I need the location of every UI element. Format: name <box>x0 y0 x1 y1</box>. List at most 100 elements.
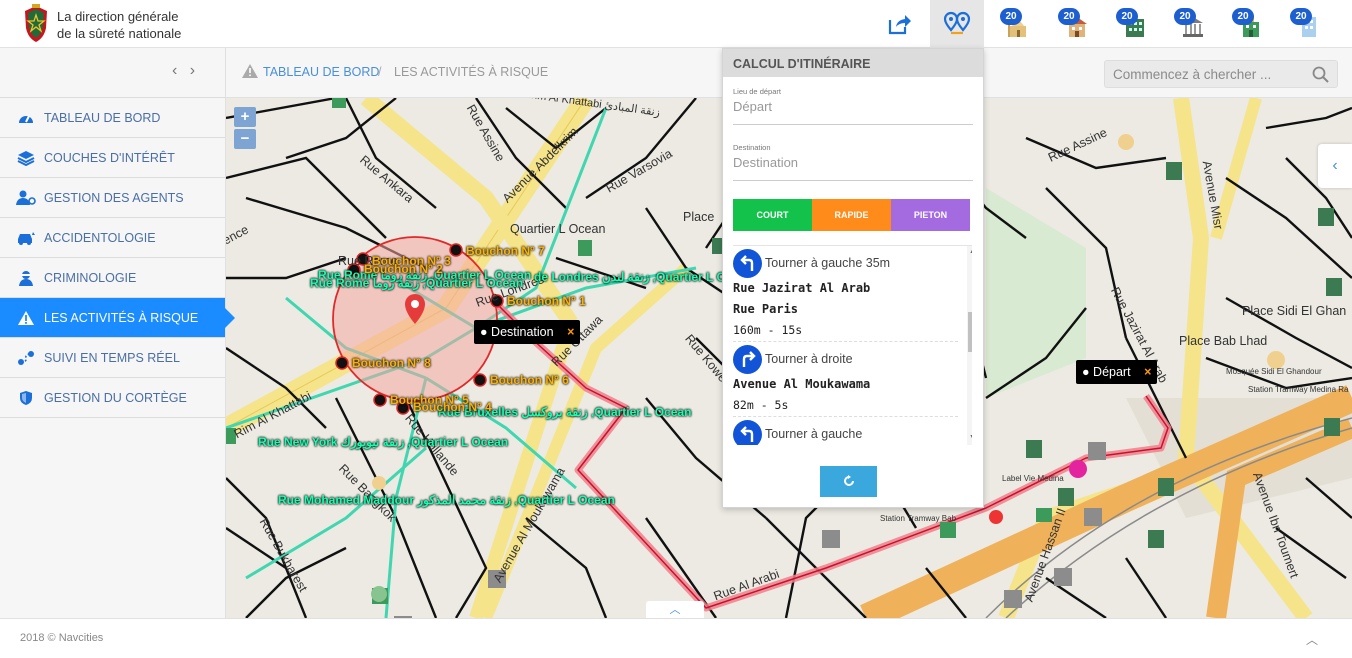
sidebar-item-criminology[interactable]: CRIMINOLOGIE <box>0 258 225 298</box>
depart-marker[interactable]: ● Départ × <box>1076 360 1158 384</box>
tram-stop-label: Rue New York زنقة نيويورك ,Quartier L Oc… <box>258 435 509 449</box>
sidebar-item-agents[interactable]: GESTION DES AGENTS <box>0 178 225 218</box>
bouchon-label: Bouchon N° 1 <box>507 294 586 308</box>
mode-rapide-button[interactable]: RAPIDE <box>812 199 891 231</box>
bouchon-label: Bouchon N° 2 <box>364 262 443 276</box>
car-crash-icon <box>16 229 36 247</box>
layer-toggle-banks[interactable]: 20 <box>1162 0 1218 48</box>
step-street: Rue Jazirat Al Arab <box>733 281 871 295</box>
copyright-text: 2018 © Navcities <box>20 632 104 644</box>
count-badge: 20 <box>1232 8 1254 25</box>
search-input[interactable] <box>1113 64 1303 84</box>
scroll-thumb[interactable] <box>968 312 972 352</box>
directions-list[interactable]: Tourner à gauche 35m Rue Jazirat Al Arab… <box>733 245 972 445</box>
layer-toggle-schools[interactable]: 20 <box>1046 0 1102 48</box>
dgsn-logo <box>25 4 47 42</box>
sidebar: ‹ › TABLEAU DE BORD COUCHES D'INTÉRÊT GE… <box>0 48 235 618</box>
destination-field-label: Destination <box>733 143 771 152</box>
destination-marker[interactable]: ● Destination × <box>474 320 581 344</box>
bouchon-label: Bouchon N° 7 <box>466 244 545 258</box>
street-label: Mosquée Sidi El Ghandour <box>1226 367 1322 376</box>
warning-icon <box>16 309 36 327</box>
turn-right-icon <box>733 344 762 374</box>
tram-stop-label: Rue Rome زنقة روما ,Quartier L Ocean <box>310 276 524 290</box>
zoom-controls: + − <box>234 107 258 151</box>
destination-field-value[interactable]: Destination <box>733 155 973 180</box>
search-box <box>1104 60 1338 88</box>
sidebar-item-label: GESTION DU CORTÈGE <box>44 390 187 405</box>
scroll-up-icon[interactable]: ▲ <box>969 248 972 255</box>
breadcrumb-dashboard-link[interactable]: TABLEAU DE BORD <box>263 65 379 79</box>
direction-step: Tourner à gauche <box>733 417 958 445</box>
agents-icon <box>16 189 36 207</box>
tram-stop-label: de Londres زنقة لندن ,Quartier L Ocean <box>534 270 754 284</box>
direction-step: Tourner à droite Avenue Al Moukawama 82m… <box>733 342 958 417</box>
refresh-button[interactable] <box>820 466 877 497</box>
brand-title: La direction générale de la sûreté natio… <box>57 8 181 42</box>
share-icon <box>888 15 911 35</box>
start-field-value[interactable]: Départ <box>733 99 973 124</box>
map-pin-icon: ● <box>1082 365 1090 379</box>
street-label: Quartier L Ocean <box>510 222 606 236</box>
layer-toggle-mosques[interactable]: 20 <box>988 0 1044 48</box>
search-icon[interactable] <box>1312 66 1329 83</box>
sidebar-item-motorcade[interactable]: GESTION DU CORTÈGE <box>0 378 225 418</box>
scroll-top-icon[interactable]: ︿ <box>1306 631 1318 648</box>
shield-icon <box>16 389 36 407</box>
dashboard-icon <box>16 109 36 127</box>
sidebar-item-accidentology[interactable]: ACCIDENTOLOGIE <box>0 218 225 258</box>
sidebar-item-realtime-tracking[interactable]: SUIVI EN TEMPS RÉEL <box>0 338 225 378</box>
mode-pieton-button[interactable]: PIETON <box>891 199 970 231</box>
breadcrumb-current: LES ACTIVITÉS À RISQUE <box>394 65 549 79</box>
layer-toggle-public-buildings[interactable]: 20 <box>1220 0 1276 48</box>
turn-left-icon <box>733 419 762 445</box>
layer-toggle-offices[interactable]: 20 <box>1278 0 1334 48</box>
criminal-icon <box>16 269 36 287</box>
sidebar-item-risk-activities[interactable]: LES ACTIVITÉS À RISQUE <box>0 298 235 338</box>
sidebar-item-label: COUCHES D'INTÉRÊT <box>44 150 175 165</box>
bottom-panel-toggle[interactable]: ︿ <box>646 601 704 618</box>
share-button[interactable] <box>872 0 926 48</box>
close-icon[interactable]: × <box>567 325 574 339</box>
sidebar-item-dashboard[interactable]: TABLEAU DE BORD <box>0 98 225 138</box>
step-distance: 160m - 15s <box>733 323 803 337</box>
mode-court-button[interactable]: COURT <box>733 199 812 231</box>
street-label: Station Tramway Medina Ra <box>1248 385 1349 394</box>
layers-icon <box>16 149 36 167</box>
itinerary-panel: CALCUL D'ITINÉRAIRE Lieu de départ Dépar… <box>722 48 984 508</box>
breadcrumb-separator: / <box>378 65 382 79</box>
step-instruction: Tourner à droite <box>765 352 853 366</box>
step-instruction: Tourner à gauche <box>765 427 863 441</box>
step-instruction: Tourner à gauche 35m <box>765 256 891 270</box>
sidebar-item-label: GESTION DES AGENTS <box>44 190 184 205</box>
zoom-in-button[interactable]: + <box>234 107 256 127</box>
close-icon[interactable]: × <box>1144 365 1151 379</box>
count-badge: 20 <box>1174 8 1196 25</box>
start-field[interactable]: Lieu de départ Départ <box>733 87 973 125</box>
count-badge: 20 <box>1058 8 1080 25</box>
destination-field[interactable]: Destination Destination <box>733 143 973 181</box>
scroll-down-icon[interactable]: ▼ <box>969 434 972 441</box>
street-label: Station Tramway Bab <box>880 514 957 523</box>
sidebar-collapse-toggle[interactable]: ‹ › <box>172 62 199 80</box>
count-badge: 20 <box>1290 8 1312 25</box>
count-badge: 20 <box>1116 8 1138 25</box>
direction-step: Tourner à gauche 35m Rue Jazirat Al Arab… <box>733 246 958 342</box>
layer-toggle-buildings[interactable]: 20 <box>1104 0 1160 48</box>
top-header: La direction générale de la sûreté natio… <box>0 0 1352 48</box>
tram-stop-label: Rue Mohamed Maddour زنقة محمد المذكور ,Q… <box>278 493 615 507</box>
street-label: Place Bab Lhad <box>1179 334 1268 348</box>
route-button[interactable] <box>930 0 984 48</box>
sidebar-item-layers[interactable]: COUCHES D'INTÉRÊT <box>0 138 225 178</box>
route-mode-selector: COURT RAPIDE PIETON <box>733 199 970 231</box>
bouchon-label: Bouchon N° 4 <box>413 400 492 414</box>
sidebar-item-label: SUIVI EN TEMPS RÉEL <box>44 350 180 365</box>
right-panel-toggle[interactable]: ‹ <box>1318 144 1352 188</box>
sidebar-item-label: LES ACTIVITÉS À RISQUE <box>44 310 199 325</box>
zoom-out-button[interactable]: − <box>234 129 256 149</box>
brand-line-1: La direction générale <box>57 9 179 24</box>
directions-scrollbar[interactable]: ▲ ▼ <box>967 246 972 445</box>
street-label: Place <box>683 210 715 224</box>
route-tracking-icon <box>16 349 36 367</box>
panel-title: CALCUL D'ITINÉRAIRE <box>723 49 983 77</box>
